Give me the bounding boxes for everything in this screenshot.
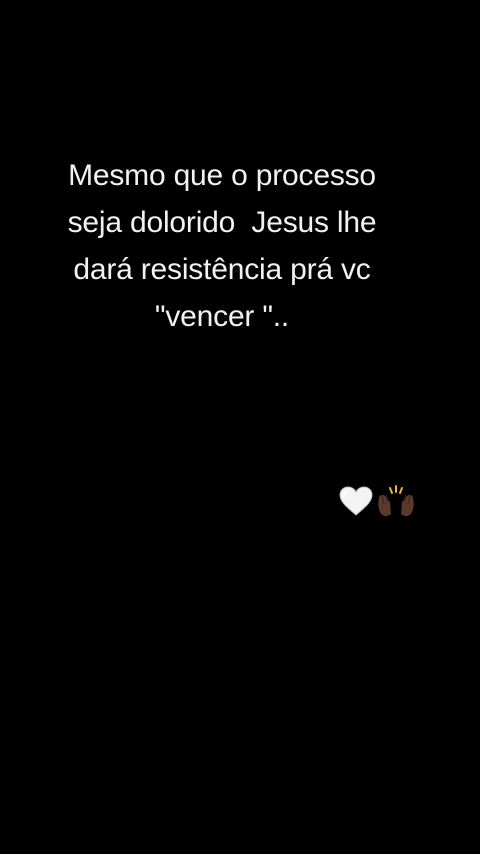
story-canvas: Mesmo que o processo seja dolorido Jesus… bbox=[0, 0, 480, 854]
raising-hands-icon bbox=[378, 485, 414, 517]
caption-line-4: "vencer ".. bbox=[154, 300, 290, 333]
emoji-row bbox=[338, 484, 416, 518]
caption-line-3: dará resistência prá vc bbox=[73, 253, 371, 286]
caption-line-1: Mesmo que o processo bbox=[68, 159, 376, 192]
caption-line-2: seja dolorido Jesus lhe bbox=[67, 206, 377, 239]
white-heart-icon bbox=[339, 486, 373, 516]
caption-text: Mesmo que o processo seja dolorido Jesus… bbox=[0, 152, 444, 340]
